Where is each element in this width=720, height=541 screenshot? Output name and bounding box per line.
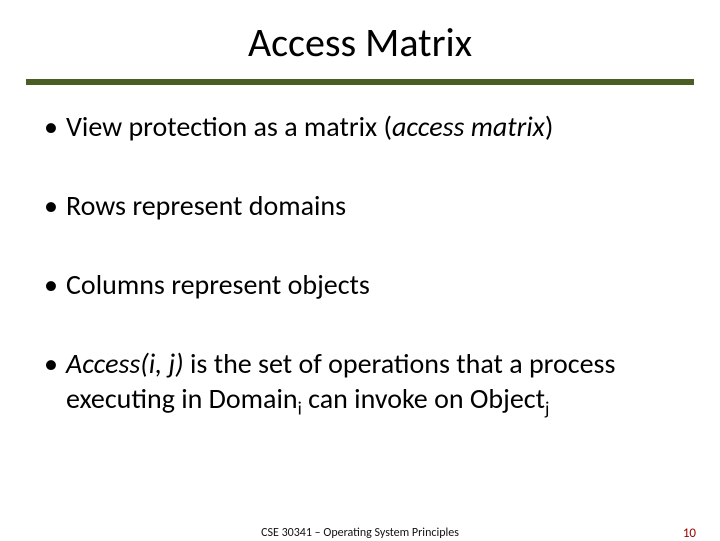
content-area: • View protection as a matrix (access ma… xyxy=(0,85,720,416)
bullet-marker: • xyxy=(44,346,66,381)
subscript: j xyxy=(545,398,549,420)
bullet-marker: • xyxy=(44,188,66,223)
bullet-marker: • xyxy=(44,109,66,144)
text-run: can invoke on Object xyxy=(302,381,545,416)
footer-course: CSE 30341 – Operating System Principles xyxy=(261,526,459,540)
bullet-item: • View protection as a matrix (access ma… xyxy=(44,109,676,144)
bullet-text: Access(i, j) is the set of operations th… xyxy=(66,346,676,416)
text-run: ) xyxy=(545,109,554,144)
page-number: 10 xyxy=(683,526,696,541)
text-run: View protection as a matrix ( xyxy=(66,109,392,144)
bullet-text: Columns represent objects xyxy=(66,267,676,302)
bullet-text: Rows represent domains xyxy=(66,188,676,223)
text-run-italic: Access(i, j) xyxy=(66,346,184,381)
slide: Access Matrix • View protection as a mat… xyxy=(0,0,720,540)
bullet-item: • Rows represent domains xyxy=(44,188,676,223)
bullet-marker: • xyxy=(44,267,66,302)
title-wrap: Access Matrix xyxy=(0,0,720,67)
bullet-item: • Access(i, j) is the set of operations … xyxy=(44,346,676,416)
bullet-item: • Columns represent objects xyxy=(44,267,676,302)
text-run-italic: access matrix xyxy=(392,109,545,144)
bullet-text: View protection as a matrix (access matr… xyxy=(66,109,676,144)
slide-title: Access Matrix xyxy=(0,18,720,67)
